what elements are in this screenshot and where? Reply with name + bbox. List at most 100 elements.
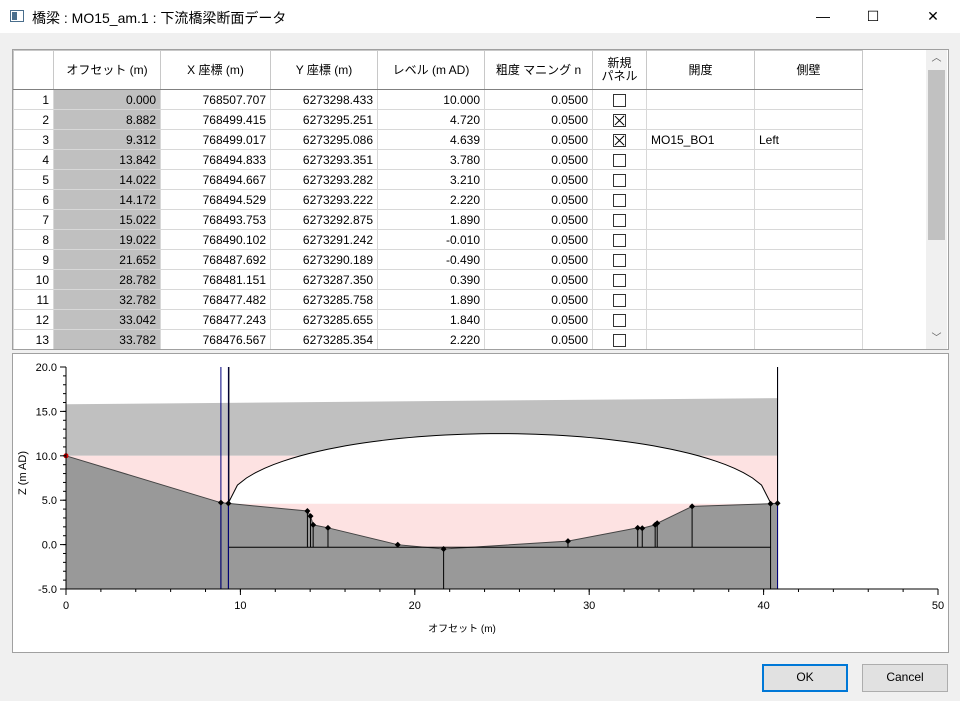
x-cell[interactable]: 768476.567 — [160, 329, 271, 349]
manning-cell[interactable]: 0.0500 — [484, 109, 593, 130]
wall-cell[interactable] — [754, 329, 863, 349]
row-number[interactable]: 3 — [13, 129, 54, 150]
panel-checkbox-cell[interactable] — [592, 129, 647, 150]
opening-cell[interactable] — [646, 289, 755, 310]
manning-cell[interactable]: 0.0500 — [484, 169, 593, 190]
table-row[interactable]: 1 0.000 768507.707 6273298.433 10.000 0.0500 — [13, 89, 863, 110]
manning-cell[interactable]: 0.0500 — [484, 189, 593, 210]
y-cell[interactable]: 6273293.282 — [270, 169, 378, 190]
level-cell[interactable]: 10.000 — [377, 89, 485, 110]
offset-cell[interactable]: 13.842 — [53, 149, 161, 170]
panel-checkbox-cell[interactable] — [592, 209, 647, 230]
new-panel-checkbox[interactable] — [613, 93, 626, 107]
new-panel-checkbox[interactable] — [613, 233, 626, 247]
x-cell[interactable]: 768493.753 — [160, 209, 271, 230]
table-row[interactable]: 7 15.022 768493.753 6273292.875 1.890 0.0500 — [13, 209, 863, 230]
column-header-4[interactable]: レベル (m AD) — [377, 50, 485, 90]
offset-cell[interactable]: 15.022 — [53, 209, 161, 230]
row-number[interactable]: 10 — [13, 269, 54, 290]
table-row[interactable]: 2 8.882 768499.415 6273295.251 4.720 0.0500 — [13, 109, 863, 130]
scroll-down-icon[interactable]: ﹀ — [926, 330, 947, 348]
table-row[interactable]: 8 19.022 768490.102 6273291.242 -0.010 0.0500 — [13, 229, 863, 250]
x-cell[interactable]: 768494.833 — [160, 149, 271, 170]
opening-cell[interactable] — [646, 89, 755, 110]
table-row[interactable]: 11 32.782 768477.482 6273285.758 1.890 0.0500 — [13, 289, 863, 310]
cancel-button[interactable]: Cancel — [862, 664, 948, 692]
column-header-8[interactable]: 側壁 — [754, 50, 863, 90]
manning-cell[interactable]: 0.0500 — [484, 209, 593, 230]
manning-cell[interactable]: 0.0500 — [484, 329, 593, 349]
panel-checkbox-cell[interactable] — [592, 169, 647, 190]
wall-cell[interactable] — [754, 189, 863, 210]
manning-cell[interactable]: 0.0500 — [484, 309, 593, 330]
y-cell[interactable]: 6273285.354 — [270, 329, 378, 349]
panel-checkbox-cell[interactable] — [592, 109, 647, 130]
panel-checkbox-cell[interactable] — [592, 309, 647, 330]
new-panel-checkbox[interactable] — [613, 333, 626, 347]
offset-cell[interactable]: 21.652 — [53, 249, 161, 270]
table-row[interactable]: 13 33.782 768476.567 6273285.354 2.220 0.0500 — [13, 329, 863, 349]
table-row[interactable]: 3 9.312 768499.017 6273295.086 4.639 0.0500 MO… — [13, 129, 863, 150]
ok-button[interactable]: OK — [762, 664, 848, 692]
table-row[interactable]: 9 21.652 768487.692 6273290.189 -0.490 0.0500 — [13, 249, 863, 270]
new-panel-checkbox[interactable] — [613, 153, 626, 167]
panel-checkbox-cell[interactable] — [592, 269, 647, 290]
x-cell[interactable]: 768507.707 — [160, 89, 271, 110]
close-button[interactable]: ✕ — [910, 0, 956, 33]
offset-cell[interactable]: 14.022 — [53, 169, 161, 190]
new-panel-checkbox[interactable] — [613, 293, 626, 307]
opening-cell[interactable] — [646, 209, 755, 230]
wall-cell[interactable] — [754, 169, 863, 190]
opening-cell[interactable] — [646, 189, 755, 210]
level-cell[interactable]: 1.840 — [377, 309, 485, 330]
row-number[interactable]: 7 — [13, 209, 54, 230]
level-cell[interactable]: 4.639 — [377, 129, 485, 150]
row-number[interactable]: 6 — [13, 189, 54, 210]
column-header-2[interactable]: X 座標 (m) — [160, 50, 271, 90]
y-cell[interactable]: 6273290.189 — [270, 249, 378, 270]
vertical-scrollbar[interactable]: ︿ ﹀ — [926, 50, 947, 349]
manning-cell[interactable]: 0.0500 — [484, 249, 593, 270]
row-number[interactable]: 13 — [13, 329, 54, 349]
offset-cell[interactable]: 32.782 — [53, 289, 161, 310]
wall-cell[interactable]: Left — [754, 129, 863, 150]
column-header-0[interactable] — [13, 50, 54, 90]
opening-cell[interactable] — [646, 269, 755, 290]
row-number[interactable]: 1 — [13, 89, 54, 110]
opening-cell[interactable] — [646, 329, 755, 349]
panel-checkbox-cell[interactable] — [592, 289, 647, 310]
minimize-button[interactable]: — — [800, 0, 846, 33]
level-cell[interactable]: 4.720 — [377, 109, 485, 130]
offset-cell[interactable]: 14.172 — [53, 189, 161, 210]
x-cell[interactable]: 768499.017 — [160, 129, 271, 150]
new-panel-checkbox[interactable] — [613, 173, 626, 187]
offset-cell[interactable]: 33.782 — [53, 329, 161, 349]
row-number[interactable]: 8 — [13, 229, 54, 250]
level-cell[interactable]: -0.490 — [377, 249, 485, 270]
column-header-1[interactable]: オフセット (m) — [53, 50, 161, 90]
column-header-7[interactable]: 開度 — [646, 50, 755, 90]
wall-cell[interactable] — [754, 269, 863, 290]
y-cell[interactable]: 6273298.433 — [270, 89, 378, 110]
y-cell[interactable]: 6273293.351 — [270, 149, 378, 170]
offset-cell[interactable]: 33.042 — [53, 309, 161, 330]
row-number[interactable]: 4 — [13, 149, 54, 170]
scroll-thumb[interactable] — [928, 70, 945, 240]
column-header-6[interactable]: 新規 パネル — [592, 50, 647, 90]
level-cell[interactable]: 1.890 — [377, 289, 485, 310]
level-cell[interactable]: -0.010 — [377, 229, 485, 250]
offset-cell[interactable]: 0.000 — [53, 89, 161, 110]
row-number[interactable]: 11 — [13, 289, 54, 310]
new-panel-checkbox[interactable] — [613, 213, 626, 227]
level-cell[interactable]: 1.890 — [377, 209, 485, 230]
new-panel-checkbox[interactable] — [613, 273, 626, 287]
new-panel-checkbox[interactable] — [613, 113, 626, 127]
wall-cell[interactable] — [754, 149, 863, 170]
new-panel-checkbox[interactable] — [613, 313, 626, 327]
table-row[interactable]: 4 13.842 768494.833 6273293.351 3.780 0.0500 — [13, 149, 863, 170]
wall-cell[interactable] — [754, 229, 863, 250]
x-cell[interactable]: 768499.415 — [160, 109, 271, 130]
manning-cell[interactable]: 0.0500 — [484, 289, 593, 310]
panel-checkbox-cell[interactable] — [592, 149, 647, 170]
x-cell[interactable]: 768494.667 — [160, 169, 271, 190]
